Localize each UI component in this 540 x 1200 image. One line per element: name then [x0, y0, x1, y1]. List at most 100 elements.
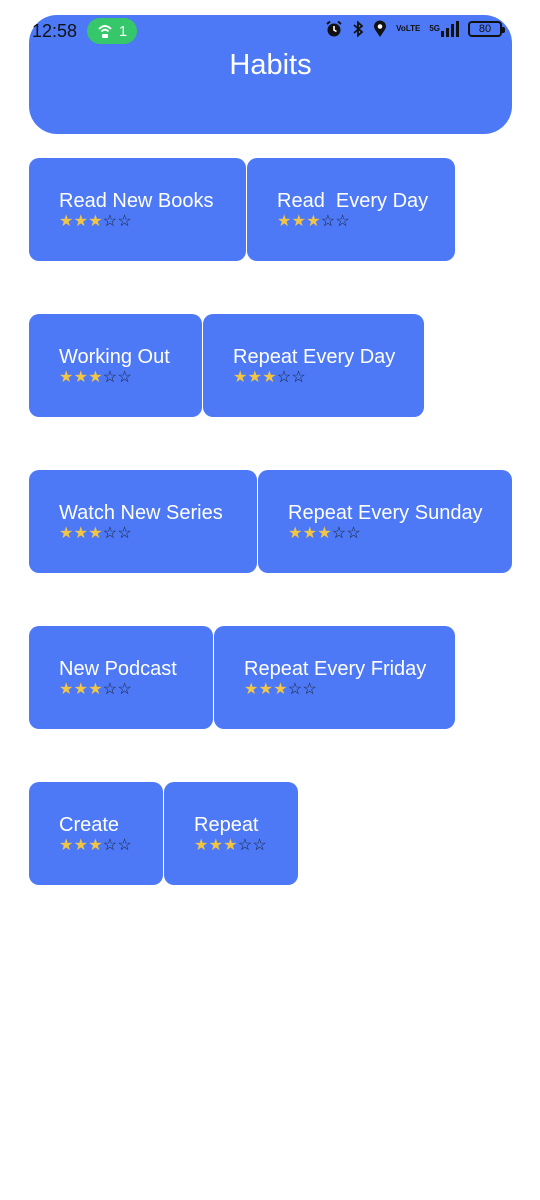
habit-frequency: Read Every Day: [277, 190, 429, 212]
star-empty-icon: ☆: [346, 525, 361, 542]
star-empty-icon: ☆: [117, 681, 132, 698]
rating-stars: ★ ★ ★ ☆ ☆: [59, 526, 257, 542]
star-filled-icon: ★: [73, 525, 88, 542]
star-filled-icon: ★: [59, 681, 74, 698]
status-icons: Vo LTE 5G 80: [325, 20, 505, 38]
star-empty-icon: ☆: [276, 369, 292, 386]
rating-stars: ★ ★ ★ ☆ ☆: [59, 370, 202, 386]
wifi-hotspot-icon: [97, 23, 113, 39]
frequency-card[interactable]: Repeat Every Friday ★ ★ ★ ☆ ☆: [214, 626, 455, 729]
star-filled-icon: ★: [194, 837, 209, 854]
star-filled-icon: ★: [59, 213, 74, 230]
signal-icon: 5G: [429, 21, 459, 37]
star-filled-icon: ★: [208, 837, 223, 854]
habit-card[interactable]: Create ★ ★ ★ ☆ ☆: [29, 782, 163, 885]
star-filled-icon: ★: [317, 525, 332, 542]
habit-card[interactable]: New Podcast ★ ★ ★ ☆ ☆: [29, 626, 213, 729]
star-filled-icon: ★: [88, 369, 103, 386]
star-filled-icon: ★: [59, 369, 74, 386]
star-filled-icon: ★: [88, 213, 103, 230]
rating-stars: ★ ★ ★ ☆ ☆: [59, 214, 246, 230]
star-filled-icon: ★: [223, 837, 238, 854]
star-empty-icon: ☆: [102, 369, 118, 386]
star-empty-icon: ☆: [102, 837, 118, 854]
rating-stars: ★ ★ ★ ☆ ☆: [288, 526, 512, 542]
rating-stars: ★ ★ ★ ☆ ☆: [277, 214, 455, 230]
rating-stars: ★ ★ ★ ☆ ☆: [244, 682, 455, 698]
habit-name: Watch New Series: [59, 502, 223, 524]
star-empty-icon: ☆: [117, 213, 132, 230]
star-filled-icon: ★: [59, 525, 74, 542]
frequency-card[interactable]: Read Every Day ★ ★ ★ ☆ ☆: [247, 158, 455, 261]
habit-frequency: Repeat Every Friday: [244, 658, 427, 680]
star-filled-icon: ★: [247, 369, 262, 386]
star-filled-icon: ★: [244, 681, 259, 698]
star-empty-icon: ☆: [252, 837, 267, 854]
star-empty-icon: ☆: [102, 213, 118, 230]
rating-stars: ★ ★ ★ ☆ ☆: [59, 682, 213, 698]
star-filled-icon: ★: [258, 681, 273, 698]
star-filled-icon: ★: [277, 213, 292, 230]
habit-row: Working Out ★ ★ ★ ☆ ☆ Repeat Every Day ★ ★ ★ ☆ ☆: [29, 314, 425, 417]
habit-row: Create ★ ★ ★ ☆ ☆ Repeat ★ ★ ★ ☆ ☆: [29, 782, 299, 885]
rating-stars: ★ ★ ★ ☆ ☆: [194, 838, 298, 854]
status-bar: 12:58 1 Vo LTE 5G 80: [0, 0, 540, 60]
star-filled-icon: ★: [288, 525, 303, 542]
star-empty-icon: ☆: [117, 525, 132, 542]
star-filled-icon: ★: [88, 525, 103, 542]
star-filled-icon: ★: [233, 369, 248, 386]
volte-label: Vo: [396, 24, 406, 33]
status-time: 12:58: [32, 21, 78, 41]
star-filled-icon: ★: [306, 213, 321, 230]
star-filled-icon: ★: [291, 213, 306, 230]
star-filled-icon: ★: [88, 837, 103, 854]
habit-row: New Podcast ★ ★ ★ ☆ ☆ Repeat Every Friday ★ ★…: [29, 626, 456, 729]
star-empty-icon: ☆: [117, 369, 132, 386]
star-filled-icon: ★: [262, 369, 277, 386]
star-empty-icon: ☆: [320, 213, 336, 230]
habit-frequency: Repeat: [194, 814, 259, 836]
habit-card[interactable]: Read New Books ★ ★ ★ ☆ ☆: [29, 158, 246, 261]
star-empty-icon: ☆: [287, 681, 303, 698]
star-empty-icon: ☆: [102, 681, 118, 698]
frequency-card[interactable]: Repeat Every Day ★ ★ ★ ☆ ☆: [203, 314, 424, 417]
star-empty-icon: ☆: [237, 837, 253, 854]
star-filled-icon: ★: [73, 213, 88, 230]
battery-indicator: 80: [468, 21, 505, 37]
habit-row: Watch New Series ★ ★ ★ ☆ ☆ Repeat Every Sund…: [29, 470, 513, 573]
bluetooth-icon: [352, 20, 364, 38]
habit-name: Working Out: [59, 346, 170, 368]
volte-icon: Vo LTE: [396, 25, 420, 33]
star-empty-icon: ☆: [102, 525, 118, 542]
frequency-card[interactable]: Repeat Every Sunday ★ ★ ★ ☆ ☆: [258, 470, 512, 573]
star-filled-icon: ★: [73, 681, 88, 698]
hotspot-count: 1: [118, 22, 128, 40]
hotspot-indicator[interactable]: 1: [87, 18, 137, 44]
star-filled-icon: ★: [273, 681, 288, 698]
star-filled-icon: ★: [73, 369, 88, 386]
habit-name: Create: [59, 814, 120, 836]
location-icon: [373, 20, 387, 38]
habit-name: Read New Books: [59, 190, 214, 212]
habit-row: Read New Books ★ ★ ★ ☆ ☆ Read Every Day ★ ★ ★ ☆…: [29, 158, 456, 261]
habit-frequency: Repeat Every Sunday: [288, 502, 483, 524]
star-empty-icon: ☆: [117, 837, 132, 854]
star-empty-icon: ☆: [291, 369, 306, 386]
star-filled-icon: ★: [73, 837, 88, 854]
habit-card[interactable]: Watch New Series ★ ★ ★ ☆ ☆: [29, 470, 257, 573]
star-empty-icon: ☆: [302, 681, 317, 698]
star-empty-icon: ☆: [331, 525, 347, 542]
rating-stars: ★ ★ ★ ☆ ☆: [59, 838, 163, 854]
habit-name: New Podcast: [59, 658, 177, 680]
star-empty-icon: ☆: [335, 213, 350, 230]
star-filled-icon: ★: [59, 837, 74, 854]
lte-label: LTE: [405, 24, 421, 33]
habit-frequency: Repeat Every Day: [233, 346, 396, 368]
star-filled-icon: ★: [88, 681, 103, 698]
frequency-card[interactable]: Repeat ★ ★ ★ ☆ ☆: [164, 782, 298, 885]
alarm-icon: [325, 20, 343, 38]
star-filled-icon: ★: [302, 525, 317, 542]
habit-card[interactable]: Working Out ★ ★ ★ ☆ ☆: [29, 314, 202, 417]
rating-stars: ★ ★ ★ ☆ ☆: [233, 370, 424, 386]
signal-label: 5G: [429, 24, 440, 33]
